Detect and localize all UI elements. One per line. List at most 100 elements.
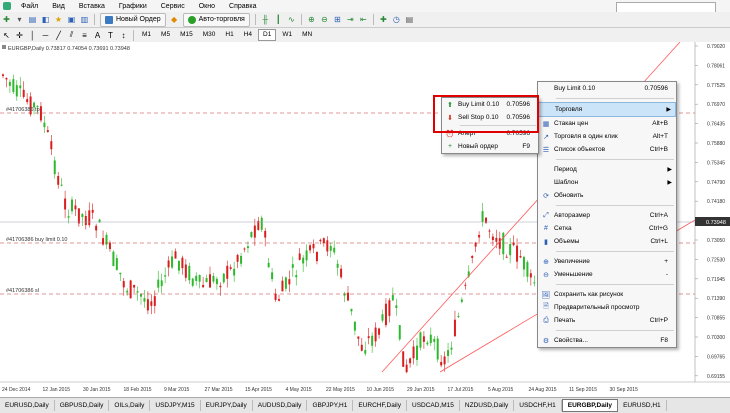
navigator-icon[interactable]: ★ <box>53 14 64 25</box>
channel-icon[interactable]: ⫽ <box>66 30 77 41</box>
menu-item-label: Свойства... <box>554 337 588 344</box>
menu-item-label: Печать <box>554 317 576 324</box>
context-menu-item[interactable]: Шаблон ▶ <box>538 176 676 189</box>
candle-body <box>26 99 29 103</box>
crosshair-icon[interactable]: ✛ <box>14 30 25 41</box>
timeframe-mn[interactable]: MN <box>298 30 316 40</box>
menu-separator <box>556 284 674 285</box>
context-menu-item[interactable]: ↗ Торговля в один клик Alt+T <box>538 130 676 143</box>
chart-tab[interactable]: GBPJPY,H1 <box>307 400 354 411</box>
current-price-label: 0.73948 <box>706 220 726 226</box>
zoom-out-icon[interactable]: ⊖ <box>319 14 330 25</box>
chart-tab[interactable]: EURJPY,Daily <box>201 400 253 411</box>
menu-charts[interactable]: Графики <box>112 3 154 10</box>
new-chart-icon[interactable]: ✚ <box>1 14 12 25</box>
timeframe-w1[interactable]: W1 <box>278 30 296 40</box>
arrows-icon[interactable]: ↕ <box>118 30 129 41</box>
timeframe-m30[interactable]: M30 <box>199 30 220 40</box>
context-menu-item[interactable]: Период ▶ <box>538 163 676 176</box>
cursor-icon[interactable]: ↖ <box>1 30 12 41</box>
candle-body <box>429 334 432 344</box>
vertical-line-icon[interactable]: │ <box>27 30 38 41</box>
context-menu-item[interactable]: ⎙ Печать Ctrl+P <box>538 314 676 327</box>
line-chart-icon[interactable]: ∿ <box>286 14 297 25</box>
terminal-icon[interactable]: ▣ <box>66 14 77 25</box>
menu-view[interactable]: Вид <box>45 3 72 10</box>
candlestick-icon[interactable]: ┃ <box>273 14 284 25</box>
horizontal-line-icon[interactable]: ─ <box>40 30 51 41</box>
timeframe-m5[interactable]: M5 <box>157 30 174 40</box>
candle-body <box>15 85 18 97</box>
context-menu-item[interactable]: ▦ Стакан цен Alt+B <box>538 117 676 130</box>
context-menu-item[interactable]: 🗎 Предварительный просмотр <box>538 301 676 314</box>
chart-tab[interactable]: OILs,Daily <box>109 400 151 411</box>
menu-window[interactable]: Окно <box>192 3 222 10</box>
chart-shift-icon[interactable]: ⇤ <box>358 14 369 25</box>
metaeditor-icon[interactable]: ◆ <box>169 14 180 25</box>
candle-body <box>533 282 536 284</box>
chart-tab[interactable]: EURCHF,Daily <box>353 400 407 411</box>
context-menu-item[interactable]: ⟳ Обновить <box>538 189 676 202</box>
chart-tab[interactable]: GBPUSD,Daily <box>55 400 110 411</box>
timeframe-h1[interactable]: H1 <box>221 30 237 40</box>
chart-tab[interactable]: USDCHF,H1 <box>514 400 562 411</box>
menu-insert[interactable]: Вставка <box>72 3 112 10</box>
chart-tab[interactable]: USDCAD,M15 <box>407 400 460 411</box>
templates-icon[interactable]: ▤ <box>404 14 415 25</box>
auto-trading-button[interactable]: Авто-торговля <box>182 12 250 27</box>
bar-chart-icon[interactable]: ╫ <box>260 14 271 25</box>
context-menu-item[interactable]: # Сетка Ctrl+G <box>538 222 676 235</box>
chart-tab[interactable]: NZDUSD,Daily <box>460 400 515 411</box>
properties-icon: ⚙ <box>542 337 550 345</box>
candle-body <box>133 284 136 288</box>
label-icon[interactable]: T <box>105 30 116 41</box>
autoscroll-icon[interactable]: ⇥ <box>345 14 356 25</box>
fibonacci-icon[interactable]: ≡ <box>79 30 90 41</box>
context-menu-item[interactable]: Торговля ▶ <box>538 102 676 117</box>
periods-icon[interactable]: ◷ <box>391 14 402 25</box>
context-menu-item[interactable]: ⊕ Увеличение + <box>538 255 676 268</box>
price-axis[interactable] <box>695 42 730 382</box>
market-watch-icon[interactable]: ▤ <box>27 14 38 25</box>
tp-line-label: #41706386 tp <box>6 107 40 113</box>
candle-body <box>195 275 198 281</box>
context-menu-item[interactable]: ▮ Объемы Ctrl+L <box>538 235 676 248</box>
context-menu-item[interactable]: ☰ Список объектов Ctrl+B <box>538 143 676 156</box>
chart-tab[interactable]: USDJPY,M15 <box>150 400 201 411</box>
candle-body <box>205 278 208 283</box>
chart-tab[interactable]: EURGBP,Daily <box>561 399 619 412</box>
trendline-icon[interactable]: ╱ <box>53 30 64 41</box>
tester-icon[interactable]: ▥ <box>79 14 90 25</box>
candle-body <box>74 205 77 210</box>
price-chart[interactable]: #41706386 tp #41706386 buy limit 0.10 #4… <box>0 42 730 397</box>
candle-body <box>416 345 418 360</box>
context-menu-item[interactable]: ⚙ Свойства... F8 <box>538 334 676 347</box>
candle-body <box>126 290 129 293</box>
indicators-icon[interactable]: ✚ <box>378 14 389 25</box>
menu-item-label: Предварительный просмотр <box>554 304 640 311</box>
menu-file[interactable]: Файл <box>14 3 45 10</box>
submenu-item[interactable]: + Новый ордер F9 <box>442 140 538 153</box>
menu-tools[interactable]: Сервис <box>154 3 192 10</box>
timeframe-m1[interactable]: M1 <box>138 30 155 40</box>
tile-icon[interactable]: ⊞ <box>332 14 343 25</box>
time-tick-label: 9 Mar 2015 <box>164 387 190 393</box>
context-menu-item[interactable]: ⤢ Авторазмер Ctrl+A <box>538 209 676 222</box>
timeframe-h4[interactable]: H4 <box>240 30 256 40</box>
context-menu-item[interactable]: ⊖ Уменьшение - <box>538 268 676 281</box>
new-order-button[interactable]: Новый Ордер <box>100 12 166 27</box>
candle-body <box>322 238 325 243</box>
timeframe-m15[interactable]: M15 <box>176 30 197 40</box>
profiles-icon[interactable]: ▾ <box>14 14 25 25</box>
candle-body <box>309 245 312 251</box>
context-menu-item[interactable]: 🖼 Сохранить как рисунок <box>538 288 676 301</box>
chart-tab[interactable]: AUDUSD,Daily <box>253 400 308 411</box>
chart-tab[interactable]: EURUSD,H1 <box>618 400 667 411</box>
data-window-icon[interactable]: ◧ <box>40 14 51 25</box>
zoom-in-icon[interactable]: ⊕ <box>306 14 317 25</box>
text-icon[interactable]: A <box>92 30 103 41</box>
menu-help[interactable]: Справка <box>222 3 263 10</box>
timeframe-d1[interactable]: D1 <box>258 29 277 41</box>
context-menu-item[interactable]: Buy Limit 0.10 0.70596 <box>538 82 676 95</box>
chart-tab[interactable]: EURUSD,Daily <box>0 400 55 411</box>
